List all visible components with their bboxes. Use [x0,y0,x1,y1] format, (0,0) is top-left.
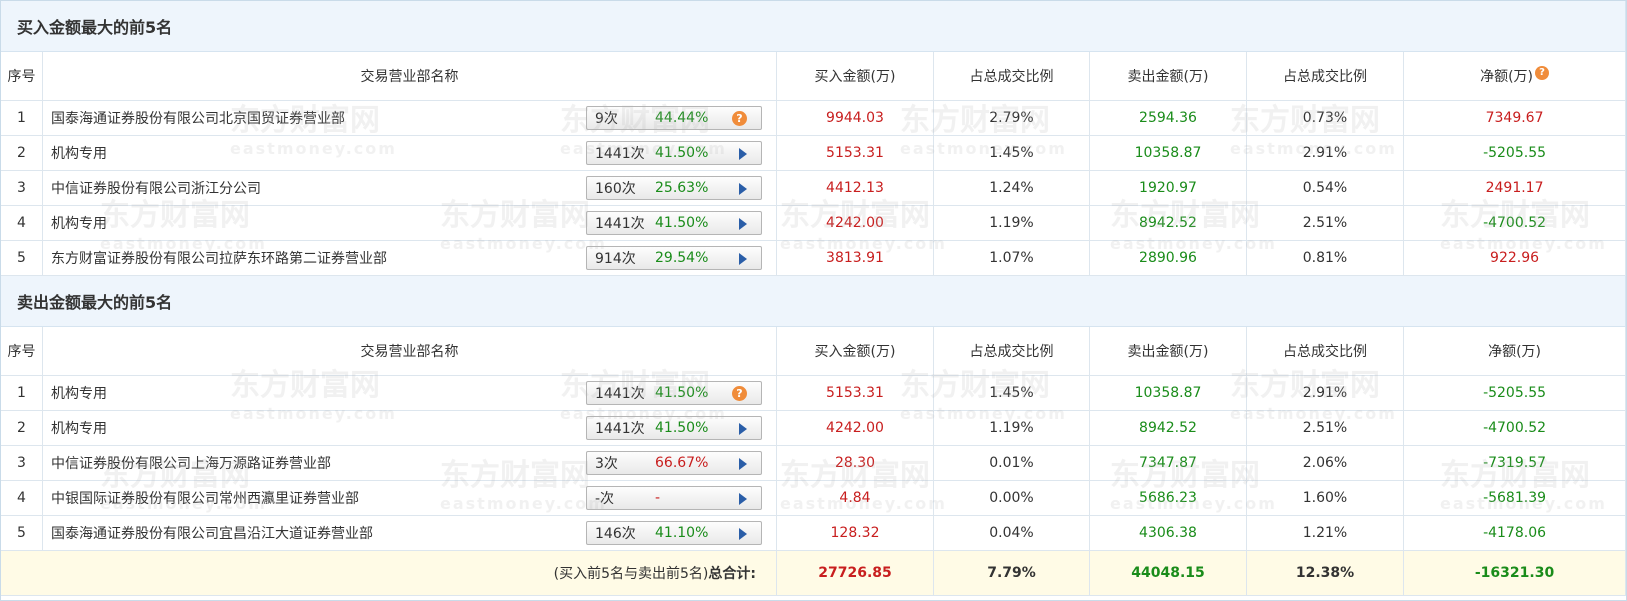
branch-win-rate: - [655,490,661,506]
branch-win-rate: 29.54% [655,250,709,266]
branch-win-rate: 41.50% [655,145,709,161]
arrow-right-icon[interactable] [739,423,747,435]
branch-count: 1441次 [595,421,645,437]
branch-count: 146次 [595,526,636,542]
branch-stats-button[interactable]: 146次 41.10% [586,521,762,545]
branch-stats-button[interactable]: -次 - [586,486,762,510]
question-icon[interactable]: ? [732,386,747,401]
branch-count: 1441次 [595,386,645,402]
branch-win-rate: 66.67% [655,455,709,471]
branch-count: 9次 [595,111,618,127]
arrow-right-icon[interactable] [739,218,747,230]
branch-stats-button[interactable]: 9次 44.44%? [586,106,762,130]
lhb-table-frame [0,0,1627,601]
branch-stats-button[interactable]: 3次 66.67% [586,451,762,475]
branch-win-rate: 41.50% [655,420,709,436]
branch-count: 3次 [595,456,618,472]
arrow-right-icon[interactable] [739,183,747,195]
arrow-right-icon[interactable] [739,528,747,540]
arrow-right-icon[interactable] [739,253,747,265]
branch-stats-button[interactable]: 160次 25.63% [586,176,762,200]
arrow-right-icon[interactable] [739,458,747,470]
branch-stats-button[interactable]: 1441次 41.50% [586,211,762,235]
branch-win-rate: 44.44% [655,110,709,126]
branch-stats-button[interactable]: 1441次 41.50% [586,416,762,440]
arrow-right-icon[interactable] [739,493,747,505]
branch-count: 914次 [595,251,636,267]
branch-count: 160次 [595,181,636,197]
branch-count: 1441次 [595,216,645,232]
branch-stats-button[interactable]: 1441次 41.50% [586,141,762,165]
branch-win-rate: 41.10% [655,525,709,541]
question-icon[interactable]: ? [732,111,747,126]
branch-stats-button[interactable]: 914次 29.54% [586,246,762,270]
branch-count: 1441次 [595,146,645,162]
arrow-right-icon[interactable] [739,148,747,160]
branch-count: -次 [595,491,615,507]
branch-win-rate: 25.63% [655,180,709,196]
branch-win-rate: 41.50% [655,215,709,231]
branch-win-rate: 41.50% [655,385,709,401]
branch-stats-button[interactable]: 1441次 41.50%? [586,381,762,405]
